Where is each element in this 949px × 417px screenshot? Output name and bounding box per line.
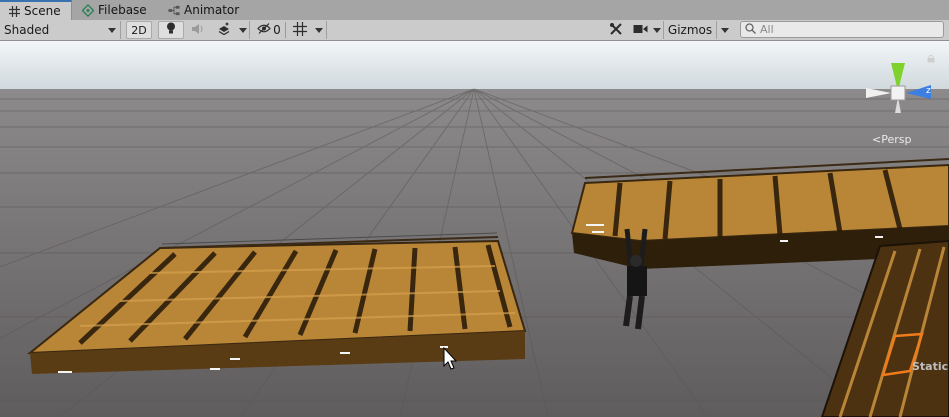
gizmo-z-letter: z bbox=[926, 86, 931, 96]
tab-animator-label: Animator bbox=[184, 3, 240, 17]
lighting-toggle-button[interactable] bbox=[158, 21, 184, 39]
animator-icon bbox=[168, 4, 180, 16]
scene-tools-button[interactable] bbox=[604, 21, 628, 39]
grid-snap-icon bbox=[293, 21, 307, 39]
chevron-down-icon bbox=[314, 23, 323, 37]
scene-viewport[interactable]: z <Persp Static bbox=[0, 41, 949, 417]
tab-filebase-label: Filebase bbox=[98, 3, 147, 17]
gizmos-toggle-button[interactable]: Gizmos bbox=[666, 21, 714, 39]
chevron-left-icon: < bbox=[872, 133, 882, 146]
tab-animator[interactable]: Animator bbox=[160, 0, 250, 20]
search-input[interactable]: All bbox=[740, 21, 944, 38]
grid-icon bbox=[8, 5, 20, 17]
tools-icon bbox=[609, 22, 623, 39]
camera-icon bbox=[633, 23, 648, 37]
tab-filebase[interactable]: Filebase bbox=[74, 0, 158, 20]
chevron-down-icon bbox=[720, 23, 729, 37]
static-label: Static bbox=[912, 360, 949, 373]
skybox bbox=[0, 41, 949, 91]
tab-bar: Scene Filebase Animator bbox=[0, 0, 949, 21]
eye-slash-icon bbox=[257, 23, 271, 37]
search-icon bbox=[745, 22, 756, 37]
projection-toggle[interactable]: <Persp bbox=[872, 133, 911, 146]
toolbar-divider bbox=[285, 22, 286, 38]
audio-toggle-button[interactable] bbox=[186, 21, 210, 39]
shading-mode-dropdown[interactable]: Shaded bbox=[0, 21, 121, 39]
grid-toggle-button[interactable] bbox=[289, 21, 311, 39]
effects-toggle-button[interactable] bbox=[212, 21, 236, 39]
shading-mode-label: Shaded bbox=[4, 23, 50, 37]
gizmos-label: Gizmos bbox=[667, 23, 713, 37]
lock-icon[interactable] bbox=[927, 52, 935, 66]
chevron-down-icon bbox=[238, 23, 247, 37]
lightbulb-icon bbox=[166, 22, 176, 38]
effects-dropdown[interactable] bbox=[236, 21, 250, 39]
gizmo-center-cube[interactable] bbox=[890, 85, 906, 101]
grid-dropdown[interactable] bbox=[311, 21, 327, 39]
scene-visibility-button[interactable]: 0 bbox=[254, 21, 284, 39]
hidden-object-count: 0 bbox=[273, 23, 281, 37]
chevron-down-icon bbox=[108, 23, 116, 37]
2d-label: 2D bbox=[131, 23, 147, 37]
projection-label: Persp bbox=[881, 133, 912, 146]
gizmos-dropdown[interactable] bbox=[716, 21, 732, 39]
2d-toggle-button[interactable]: 2D bbox=[126, 21, 152, 39]
scene-canvas: z bbox=[0, 41, 949, 417]
scene-toolbar: Shaded 2D 0 Gizmos All bbox=[0, 20, 949, 41]
tab-scene[interactable]: Scene bbox=[0, 0, 72, 20]
speaker-icon bbox=[191, 23, 205, 38]
tab-scene-label: Scene bbox=[24, 4, 61, 18]
effects-icon bbox=[217, 22, 231, 38]
filebase-icon bbox=[82, 3, 94, 17]
camera-dropdown[interactable] bbox=[650, 21, 664, 39]
search-placeholder: All bbox=[760, 23, 774, 36]
camera-settings-button[interactable] bbox=[630, 21, 650, 39]
chevron-down-icon bbox=[652, 23, 661, 37]
